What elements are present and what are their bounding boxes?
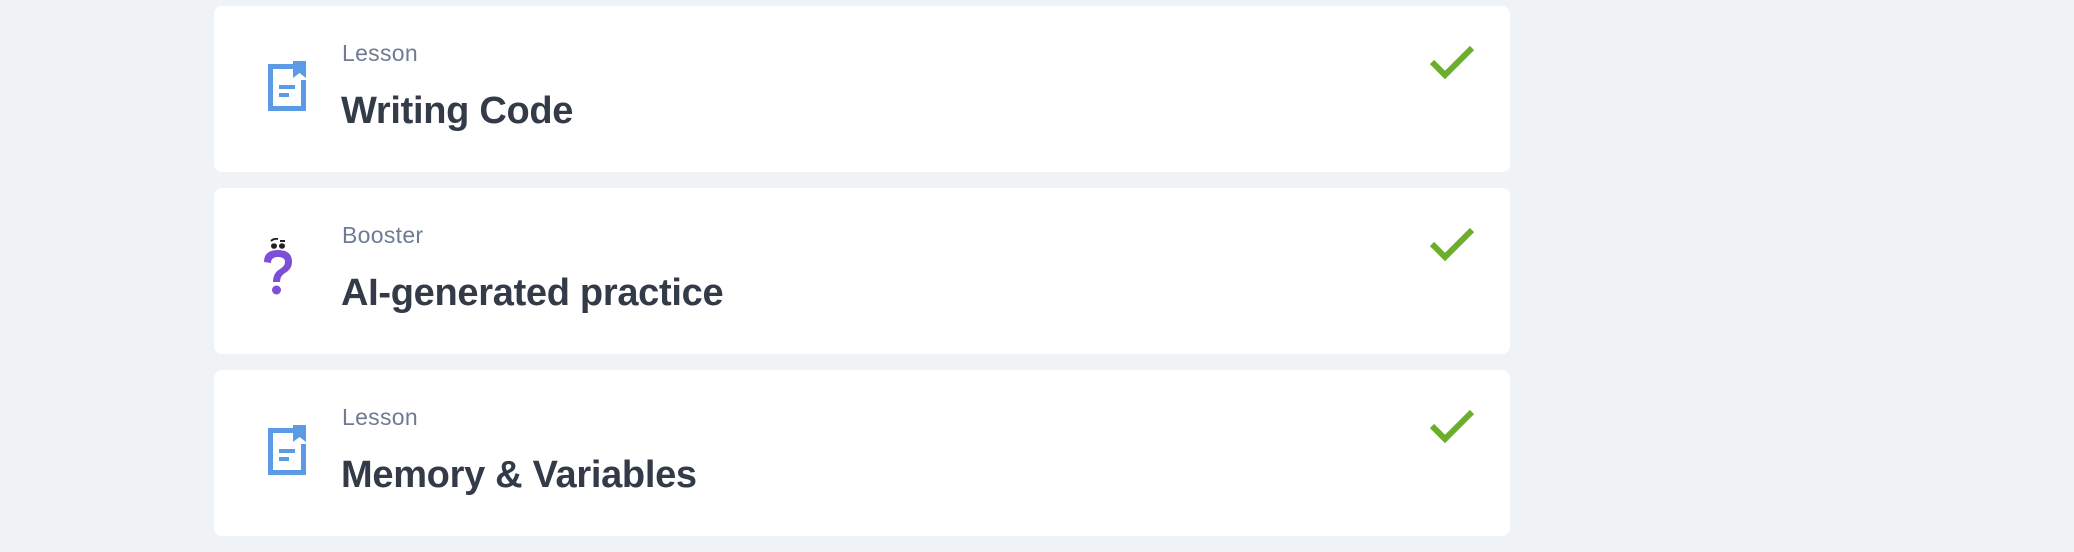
lesson-card-writing-code[interactable]: Lesson Writing Code: [214, 6, 1510, 172]
item-kind-label: Booster: [342, 222, 424, 248]
completed-check-icon: [1428, 42, 1476, 82]
completed-check-icon: [1428, 406, 1476, 446]
booster-card-ai-generated-practice[interactable]: Booster AI-generated practice: [214, 188, 1510, 354]
lesson-doc-icon: [256, 420, 316, 480]
item-kind-label: Lesson: [342, 404, 418, 430]
item-title: Writing Code: [341, 90, 574, 132]
completed-check-icon: [1428, 224, 1476, 264]
lesson-list: Lesson Writing Code Booster AI-generated…: [214, 6, 1510, 552]
item-title: AI-generated practice: [341, 272, 724, 314]
item-title: Memory & Variables: [341, 454, 697, 496]
lesson-doc-icon: [256, 56, 316, 116]
item-kind-label: Lesson: [342, 40, 418, 66]
question-mascot-icon: [256, 238, 316, 298]
lesson-card-memory-variables[interactable]: Lesson Memory & Variables: [214, 370, 1510, 536]
